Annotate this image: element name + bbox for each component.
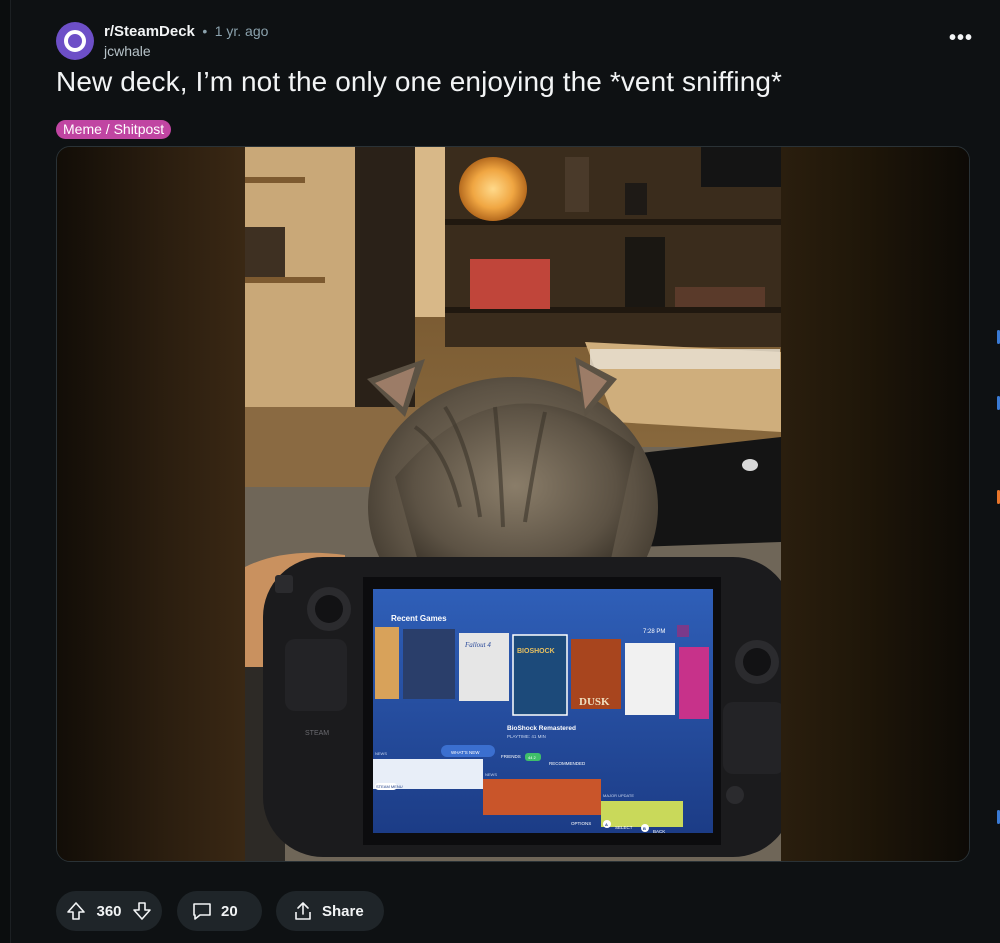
hint-options: OPTIONS	[571, 821, 591, 826]
post-age: 1 yr. ago	[214, 23, 269, 39]
downvote-icon[interactable]	[132, 901, 152, 921]
media-blur-left	[57, 147, 245, 861]
vote-bar: 360	[56, 891, 162, 931]
upvote-icon[interactable]	[66, 901, 86, 921]
photo-illustration: STEAM Recent Games 7:28 PM Fallout 4 BIO…	[245, 147, 781, 861]
news-label-1: NEWS	[375, 751, 387, 756]
hint-back: BACK	[653, 829, 665, 834]
media-blur-right	[781, 147, 969, 861]
news-label-3: MAJOR UPDATE	[603, 793, 634, 798]
meta-separator: •	[202, 23, 208, 39]
comments-button[interactable]: 20	[177, 891, 262, 931]
share-label: Share	[322, 902, 364, 920]
share-button[interactable]: Share	[276, 891, 384, 931]
hint-button-a: A	[605, 822, 608, 827]
screen-recent-games: Recent Games	[391, 614, 447, 623]
share-icon	[292, 900, 314, 922]
subreddit-link[interactable]: r/SteamDeck	[104, 23, 195, 40]
more-options-icon[interactable]: •••	[946, 28, 976, 50]
hint-select: SELECT	[615, 825, 633, 830]
tile-dusk: DUSK	[579, 696, 610, 708]
selected-game-playtime: PLAYTIME: 41 MIN	[507, 734, 546, 739]
deck-label-steam: STEAM	[305, 730, 329, 737]
left-rail	[0, 0, 11, 943]
screen-clock: 7:28 PM	[643, 629, 665, 635]
author-link[interactable]: jcwhale	[104, 43, 268, 59]
screen-friends-badge: 44 2	[528, 755, 537, 760]
comment-icon	[191, 900, 213, 922]
screen-tab-recommended: RECOMMENDED	[549, 761, 586, 766]
vote-count: 360	[96, 902, 122, 920]
tile-fallout: Fallout 4	[464, 641, 491, 649]
selected-game-title: BioShock Remastered	[507, 725, 576, 732]
right-edge-indicators	[996, 330, 1000, 850]
tile-bioshock: BIOSHOCK	[517, 648, 555, 655]
screen-tab-friends: FRIENDS	[501, 754, 521, 759]
post-header: r/SteamDeck • 1 yr. ago jcwhale •••	[56, 20, 976, 64]
comment-count: 20	[221, 902, 238, 920]
news-label-2: NEWS	[485, 772, 497, 777]
post-flair[interactable]: Meme / Shitpost	[56, 120, 172, 139]
screen-steam-menu: STEAM MENU	[376, 784, 403, 789]
hint-button-b: B	[643, 826, 646, 831]
post-meta: r/SteamDeck • 1 yr. ago jcwhale	[104, 23, 268, 59]
post-title[interactable]: New deck, I’m not the only one enjoying …	[56, 66, 782, 98]
post-media[interactable]: STEAM Recent Games 7:28 PM Fallout 4 BIO…	[56, 146, 970, 862]
post-image[interactable]: STEAM Recent Games 7:28 PM Fallout 4 BIO…	[245, 147, 781, 861]
screen-tab-whats-new: WHAT'S NEW	[451, 750, 480, 755]
subreddit-avatar-icon[interactable]	[56, 22, 94, 60]
